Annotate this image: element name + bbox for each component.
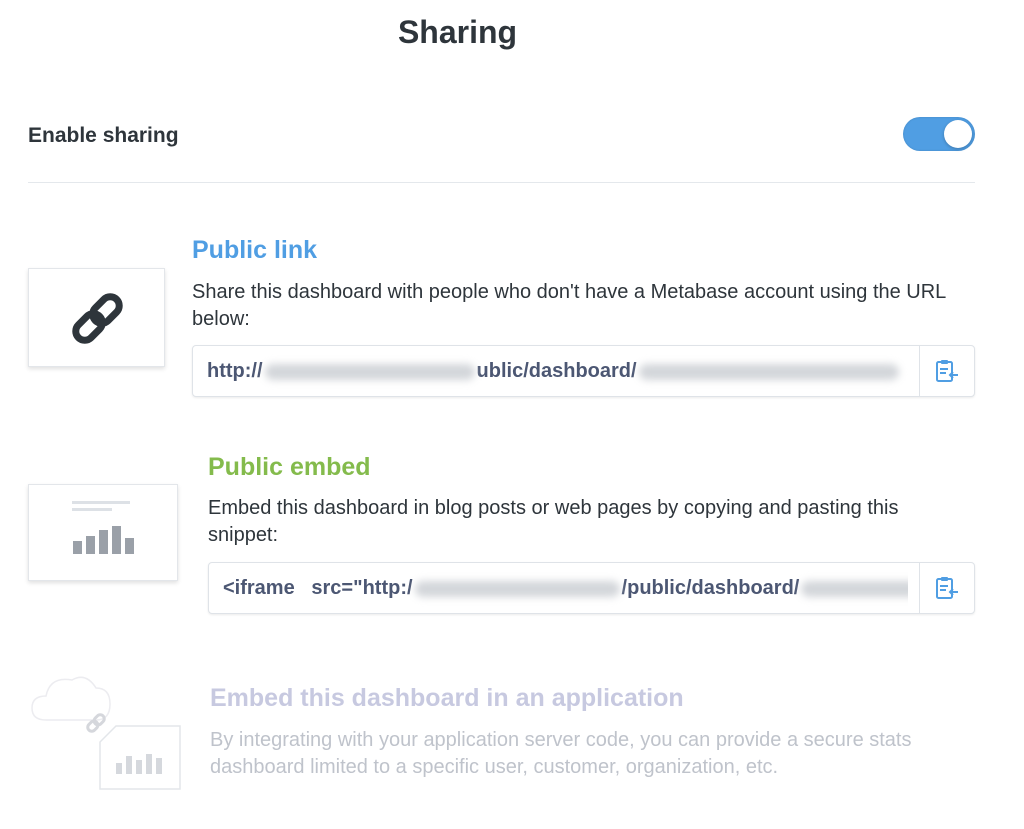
- redacted-host: [264, 363, 475, 380]
- public-embed-description: Embed this dashboard in blog posts or we…: [208, 497, 899, 546]
- clipboard-icon: [936, 360, 958, 382]
- public-embed-snippet-box[interactable]: <iframe src="http:/ /public/dashboard/: [208, 562, 975, 614]
- enable-sharing-label: Enable sharing: [28, 124, 179, 147]
- clipboard-icon: [936, 577, 958, 599]
- copy-embed-snippet-button[interactable]: [919, 563, 974, 613]
- public-link-url[interactable]: http:// ublic/dashboard/: [207, 346, 908, 396]
- snippet-prefix: <iframe src="http:/: [223, 577, 413, 599]
- public-link-title: Public link: [192, 236, 318, 264]
- url-prefix: http://: [207, 360, 263, 382]
- app-embed-description: By integrating with your application ser…: [210, 729, 912, 778]
- app-embed-icon: [26, 668, 186, 793]
- public-link-url-box[interactable]: http:// ublic/dashboard/: [192, 345, 975, 397]
- public-embed-title: Public embed: [208, 453, 371, 481]
- redacted-uuid: [638, 363, 899, 380]
- public-link-description: Share this dashboard with people who don…: [192, 281, 946, 330]
- copy-public-link-button[interactable]: [919, 346, 974, 396]
- toggle-knob: [944, 120, 972, 148]
- redacted-uuid: [801, 580, 908, 597]
- embed-preview-icon: [28, 484, 178, 581]
- redacted-host: [414, 580, 620, 597]
- link-icon: [28, 268, 165, 367]
- snippet-path: /public/dashboard/: [621, 577, 800, 599]
- public-embed-snippet[interactable]: <iframe src="http:/ /public/dashboard/: [223, 563, 908, 613]
- enable-sharing-row: Enable sharing: [28, 117, 975, 152]
- page-title: Sharing: [397, 14, 518, 50]
- divider: [28, 182, 975, 183]
- url-path: ublic/dashboard/: [476, 360, 637, 382]
- enable-sharing-toggle[interactable]: [903, 117, 975, 151]
- app-embed-title[interactable]: Embed this dashboard in an application: [210, 684, 684, 713]
